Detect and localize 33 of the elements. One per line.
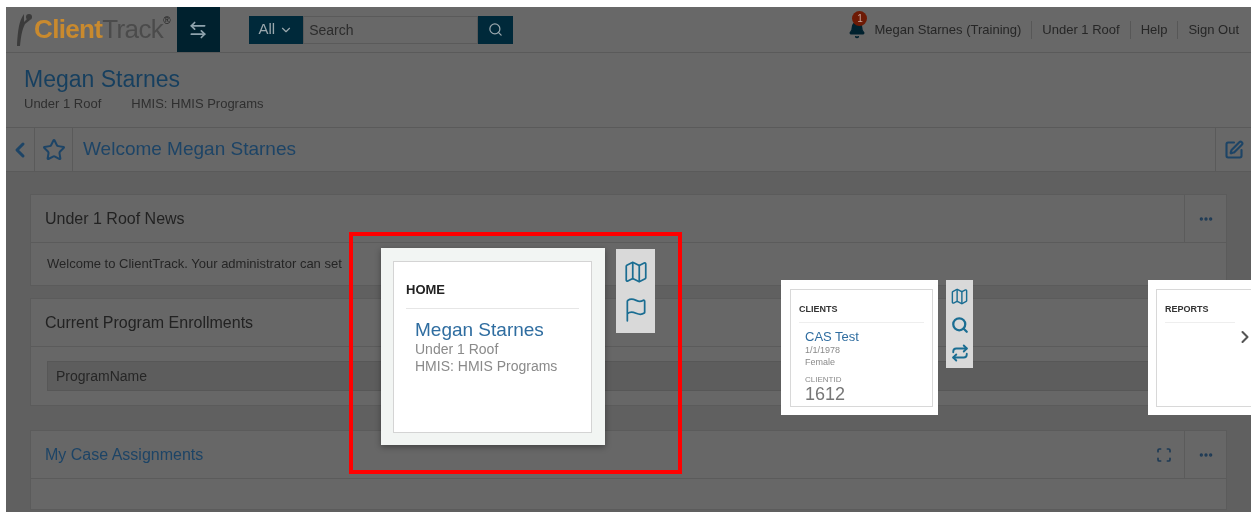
header-link[interactable]: Megan Starnes (Training): [874, 19, 1022, 40]
card-heading: CLIENTS: [799, 303, 924, 323]
search-icon: [488, 22, 504, 37]
card-detail: Under 1 Roof: [415, 340, 500, 358]
client-detail: HMIS: HMIS Programs: [131, 95, 264, 113]
notification-badge: 1: [852, 10, 868, 26]
card-name[interactable]: Megan Starnes: [415, 318, 579, 341]
client-name: Megan Starnes: [24, 65, 181, 93]
search-button[interactable]: [478, 15, 514, 44]
edit-icon: [1223, 139, 1244, 160]
search-icon[interactable]: [950, 315, 969, 334]
home-card[interactable]: HOME Megan Starnes Under 1 Roof HMIS: HMIS Programs: [381, 248, 605, 445]
client-detail: Under 1 Roof: [24, 95, 102, 113]
map-icon[interactable]: [950, 286, 969, 306]
panel-title: Under 1 Roof News: [45, 208, 185, 229]
card-detail: 1/1/1978: [805, 343, 842, 356]
switch-button[interactable]: [176, 7, 220, 52]
repeat-icon[interactable]: [950, 343, 969, 362]
panel-title: Current Program Enrollments: [45, 312, 254, 333]
news-text: Welcome to ClientTrack. Your administrator can set: [47, 255, 342, 274]
star-icon: [41, 137, 66, 162]
card-heading: HOME: [406, 280, 579, 309]
id-label: CLIENTID: [805, 374, 843, 385]
swap-icon: [188, 19, 208, 40]
reports-card[interactable]: REPORTS: [1148, 280, 1251, 415]
header-link[interactable]: Sign Out: [1188, 19, 1239, 40]
clients-card[interactable]: CLIENTS CAS Test 1/1/1978 Female CLIENTID 1612: [781, 280, 938, 415]
search-field[interactable]: Search: [303, 15, 479, 44]
page-title: Welcome Megan Starnes: [83, 137, 296, 162]
scope-dropdown[interactable]: All: [248, 15, 304, 44]
card-heading: REPORTS: [1165, 303, 1235, 323]
map-icon[interactable]: [622, 259, 649, 285]
card-name[interactable]: CAS Test: [805, 328, 924, 344]
